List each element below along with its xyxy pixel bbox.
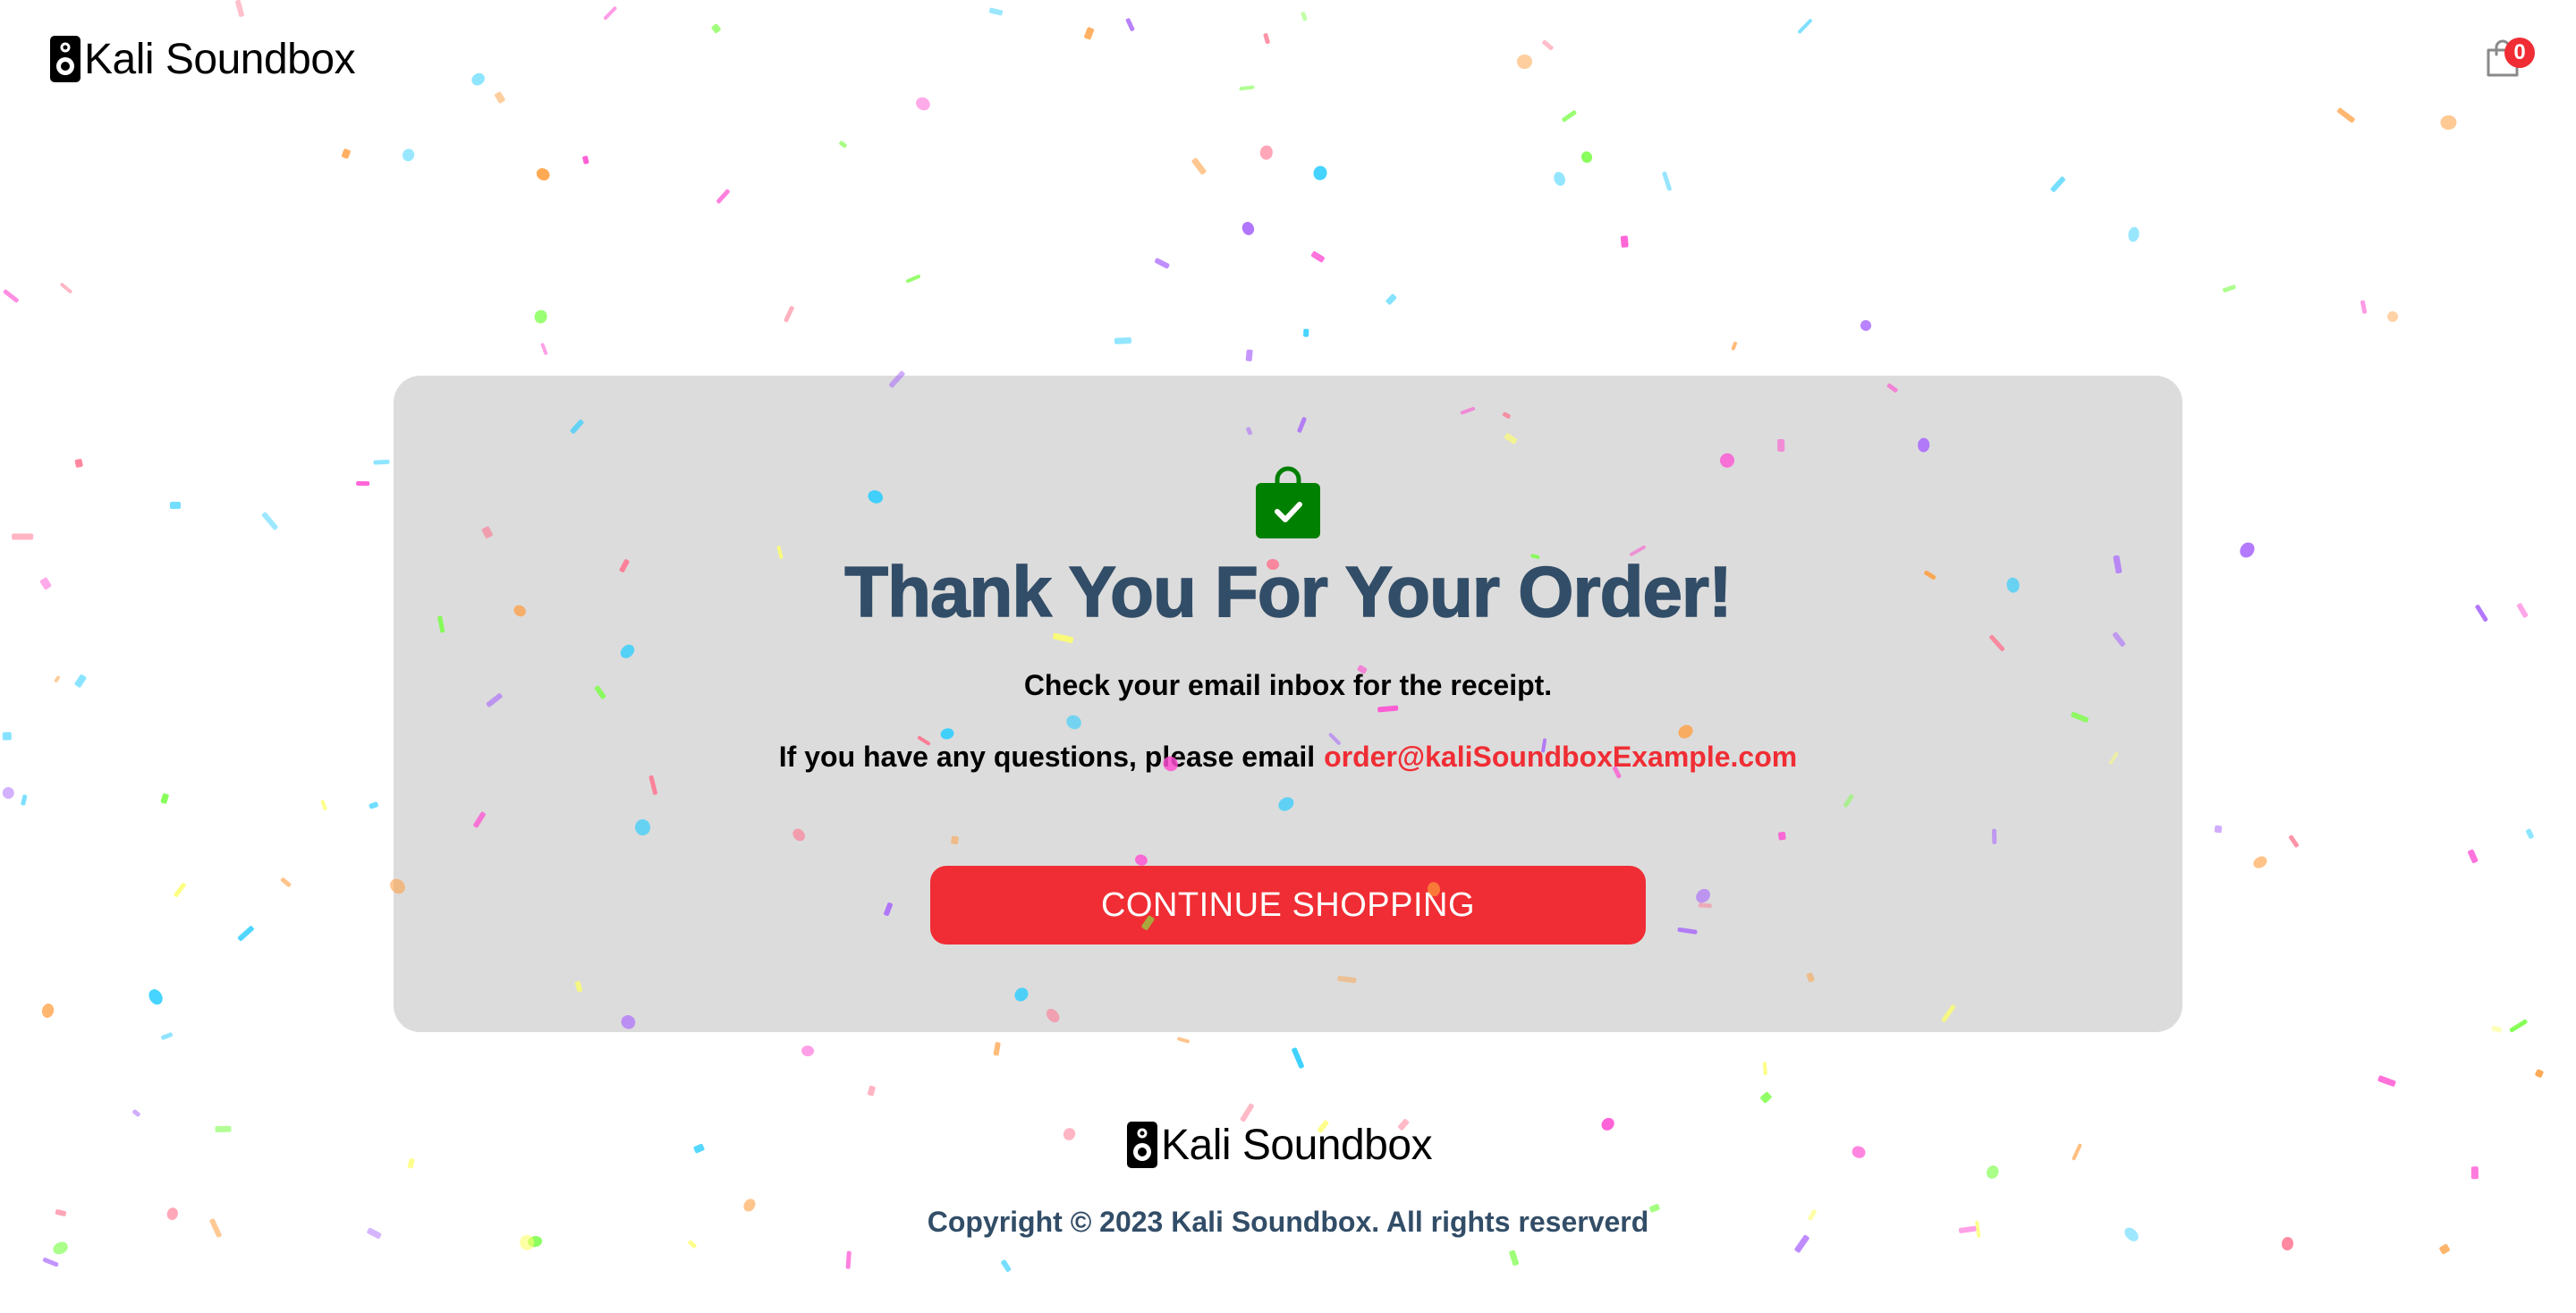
confetti-piece xyxy=(319,799,327,811)
confetti-piece xyxy=(146,987,165,1007)
confetti-piece xyxy=(54,674,62,683)
footer-logo-text: Kali Soundbox xyxy=(1161,1121,1433,1169)
cart-count-badge: 0 xyxy=(2504,38,2535,68)
confetti-piece xyxy=(993,1041,1001,1056)
confetti-piece xyxy=(1762,1061,1767,1076)
contact-description: If you have any questions, please email o… xyxy=(394,741,2182,774)
confetti-piece xyxy=(2516,602,2529,619)
confetti-piece xyxy=(74,459,84,469)
confetti-piece xyxy=(369,801,379,809)
confetti-piece xyxy=(373,459,390,466)
email-receipt-message: Check your email inbox for the receipt. xyxy=(1023,669,1553,701)
footer-logo-link[interactable]: Kali Soundbox xyxy=(1127,1118,1433,1172)
confetti-piece xyxy=(401,147,417,164)
confetti-piece xyxy=(1731,341,1738,352)
confetti-piece xyxy=(0,784,17,801)
confetti-piece xyxy=(2508,1019,2529,1034)
navbar: Kali Soundbox 0 xyxy=(0,0,2576,125)
confetti-piece xyxy=(1620,235,1629,248)
confetti-piece xyxy=(1245,349,1253,362)
speaker-icon xyxy=(1127,1122,1157,1168)
confetti-piece xyxy=(1154,257,1170,269)
confetti-piece xyxy=(1176,1037,1191,1045)
confetti-piece xyxy=(2250,853,2270,871)
confetti-piece xyxy=(838,140,848,148)
confetti-piece xyxy=(2377,1075,2396,1088)
contact-email-link[interactable]: order@kaliSoundboxExample.com xyxy=(1324,741,1797,773)
confetti-piece xyxy=(2237,539,2258,561)
confetti-piece xyxy=(1114,337,1131,344)
confetti-piece xyxy=(2214,825,2223,834)
bag-check-icon xyxy=(1256,466,1320,538)
confetti-piece xyxy=(534,166,552,183)
confetti-piece xyxy=(3,288,20,303)
page: Kali Soundbox 0 Thank You For Your Order… xyxy=(0,0,2576,1313)
cart-button[interactable]: 0 xyxy=(2479,34,2535,88)
confetti-piece xyxy=(581,155,589,165)
confetti-piece xyxy=(2534,1068,2545,1079)
confetti-piece xyxy=(1385,292,1398,306)
confetti-piece xyxy=(174,882,187,898)
confetti-piece xyxy=(801,1045,815,1057)
confetti-piece xyxy=(21,794,28,806)
confetti-piece xyxy=(1259,145,1274,161)
confetti-piece xyxy=(539,342,548,356)
confetti-piece xyxy=(170,502,181,509)
speaker-icon xyxy=(50,36,80,82)
confetti-piece xyxy=(39,576,53,590)
confetti-piece xyxy=(716,188,731,205)
confetti-piece xyxy=(2360,300,2368,315)
confetti-piece xyxy=(2474,604,2489,623)
confetti-piece xyxy=(1303,328,1309,337)
order-success-card: Thank You For Your Order! Check your ema… xyxy=(394,376,2182,1032)
confetti-piece xyxy=(2467,849,2479,865)
confetti-piece xyxy=(2491,1025,2503,1033)
confetti-piece xyxy=(2288,834,2301,849)
confetti-piece xyxy=(784,305,795,323)
confetti-piece xyxy=(1311,164,1329,182)
confetti-piece xyxy=(2222,284,2237,293)
confetti-piece xyxy=(341,148,352,159)
confetti-piece xyxy=(73,673,88,689)
confetti-piece xyxy=(279,877,292,888)
confetti-piece xyxy=(2,732,12,741)
continue-shopping-button[interactable]: CONTINUE SHOPPING xyxy=(930,866,1646,945)
confetti-piece xyxy=(59,282,73,294)
confetti-piece xyxy=(1661,171,1673,191)
header-logo-text: Kali Soundbox xyxy=(84,35,356,83)
confetti-piece xyxy=(905,274,921,284)
confetti-piece xyxy=(160,1031,174,1040)
confetti-piece xyxy=(12,533,34,540)
confetti-piece xyxy=(532,308,549,326)
confetti-piece xyxy=(1310,250,1326,264)
confetti-piece xyxy=(1579,149,1595,165)
contact-question-text: If you have any questions, please email xyxy=(778,741,1316,773)
confetti-piece xyxy=(1859,318,1874,334)
confetti-piece xyxy=(2127,225,2141,243)
confetti-piece xyxy=(1291,1046,1305,1069)
confetti-piece xyxy=(2050,175,2066,192)
confetti-piece xyxy=(2525,827,2535,840)
confetti-piece xyxy=(261,511,279,531)
confetti-piece xyxy=(2385,309,2401,325)
header-logo-link[interactable]: Kali Soundbox xyxy=(50,32,356,86)
confetti-piece xyxy=(160,792,170,804)
confetti-piece xyxy=(1240,220,1257,238)
footer: Kali Soundbox Copyright © 2023 Kali Soun… xyxy=(0,1091,2576,1270)
confetti-piece xyxy=(356,480,370,487)
confetti-piece xyxy=(1552,170,1568,188)
confetti-piece xyxy=(1191,157,1207,175)
success-title: Thank You For Your Order! xyxy=(844,551,1733,632)
confetti-piece xyxy=(40,1002,55,1020)
confetti-piece xyxy=(237,925,255,942)
copyright-text: Copyright © 2023 Kali Soundbox. All righ… xyxy=(927,1206,1649,1238)
